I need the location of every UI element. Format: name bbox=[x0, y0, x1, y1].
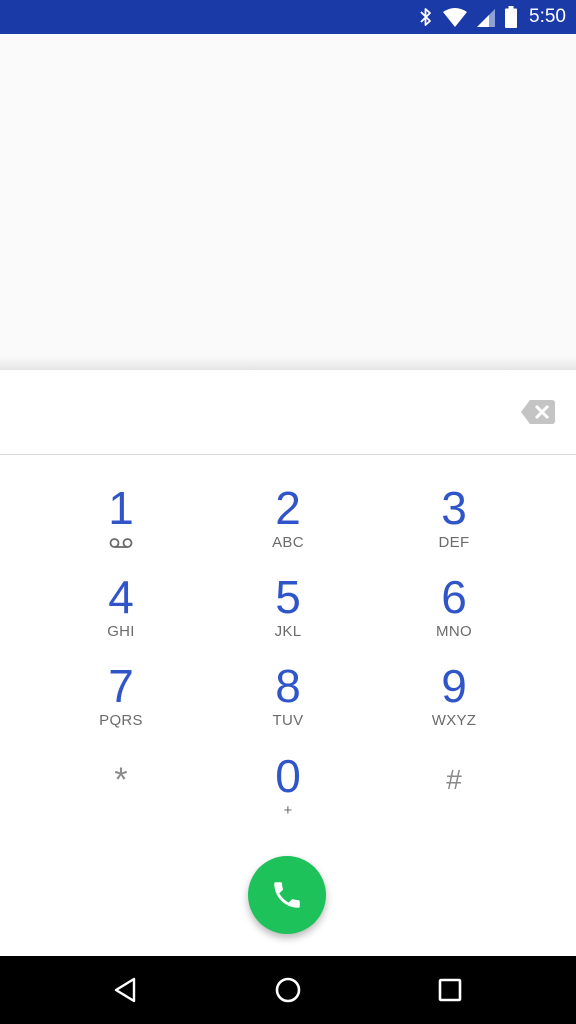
back-button[interactable] bbox=[104, 968, 148, 1012]
digits-row bbox=[0, 370, 576, 455]
backspace-button[interactable] bbox=[518, 394, 558, 430]
key-4[interactable]: 4 GHI bbox=[46, 571, 196, 651]
key-digit: * bbox=[114, 761, 128, 799]
key-digit: 0 bbox=[275, 750, 301, 802]
phone-icon bbox=[274, 882, 300, 908]
key-7[interactable]: 7 PQRS bbox=[46, 660, 196, 740]
key-9[interactable]: 9 WXYZ bbox=[379, 660, 529, 740]
key-digit: 4 bbox=[108, 571, 134, 623]
key-8[interactable]: 8 TUV bbox=[213, 660, 363, 740]
key-letters: WXYZ bbox=[431, 712, 477, 729]
key-2[interactable]: 2 ABC bbox=[213, 482, 363, 562]
dialpad-shadow bbox=[0, 356, 576, 370]
navigation-bar bbox=[0, 956, 576, 1024]
key-digit: # bbox=[446, 764, 462, 795]
key-letters: TUV bbox=[272, 712, 304, 729]
back-icon bbox=[114, 977, 136, 1003]
key-digit: 5 bbox=[275, 571, 301, 623]
key-letters: PQRS bbox=[99, 712, 143, 729]
key-letters: + bbox=[283, 802, 293, 819]
wifi-icon bbox=[443, 7, 468, 27]
bluetooth-icon bbox=[419, 7, 433, 27]
status-bar: 5:50 bbox=[0, 0, 576, 34]
key-digit: 8 bbox=[275, 660, 301, 712]
content-area bbox=[0, 34, 576, 360]
key-letters: DEF bbox=[438, 534, 470, 551]
key-digit: 1 bbox=[108, 482, 134, 534]
home-icon bbox=[275, 977, 301, 1003]
key-digit: 3 bbox=[441, 482, 467, 534]
cell-signal-icon bbox=[477, 7, 496, 27]
key-digit: 6 bbox=[441, 571, 467, 623]
key-digit: 9 bbox=[441, 660, 467, 712]
recents-icon bbox=[438, 978, 462, 1002]
key-3[interactable]: 3 DEF bbox=[379, 482, 529, 562]
key-5[interactable]: 5 JKL bbox=[213, 571, 363, 651]
key-pound[interactable]: # bbox=[379, 740, 529, 820]
key-letters: GHI bbox=[107, 623, 135, 640]
key-digit: 7 bbox=[108, 660, 134, 712]
key-0[interactable]: 0 + bbox=[213, 750, 363, 830]
key-letters: JKL bbox=[274, 623, 302, 640]
battery-icon bbox=[505, 6, 518, 28]
clock: 5:50 bbox=[529, 6, 566, 27]
home-button[interactable] bbox=[266, 968, 310, 1012]
backspace-icon bbox=[521, 400, 555, 424]
digits-field[interactable] bbox=[20, 388, 490, 436]
voicemail-icon bbox=[109, 536, 133, 554]
status-icons: 5:50 bbox=[419, 0, 566, 34]
key-6[interactable]: 6 MNO bbox=[379, 571, 529, 651]
key-1[interactable]: 1 bbox=[46, 482, 196, 562]
call-button[interactable] bbox=[248, 856, 326, 934]
key-letters: MNO bbox=[436, 623, 472, 640]
key-star[interactable]: * bbox=[46, 740, 196, 820]
key-digit: 2 bbox=[275, 482, 301, 534]
key-letters: ABC bbox=[272, 534, 304, 551]
recents-button[interactable] bbox=[428, 968, 472, 1012]
